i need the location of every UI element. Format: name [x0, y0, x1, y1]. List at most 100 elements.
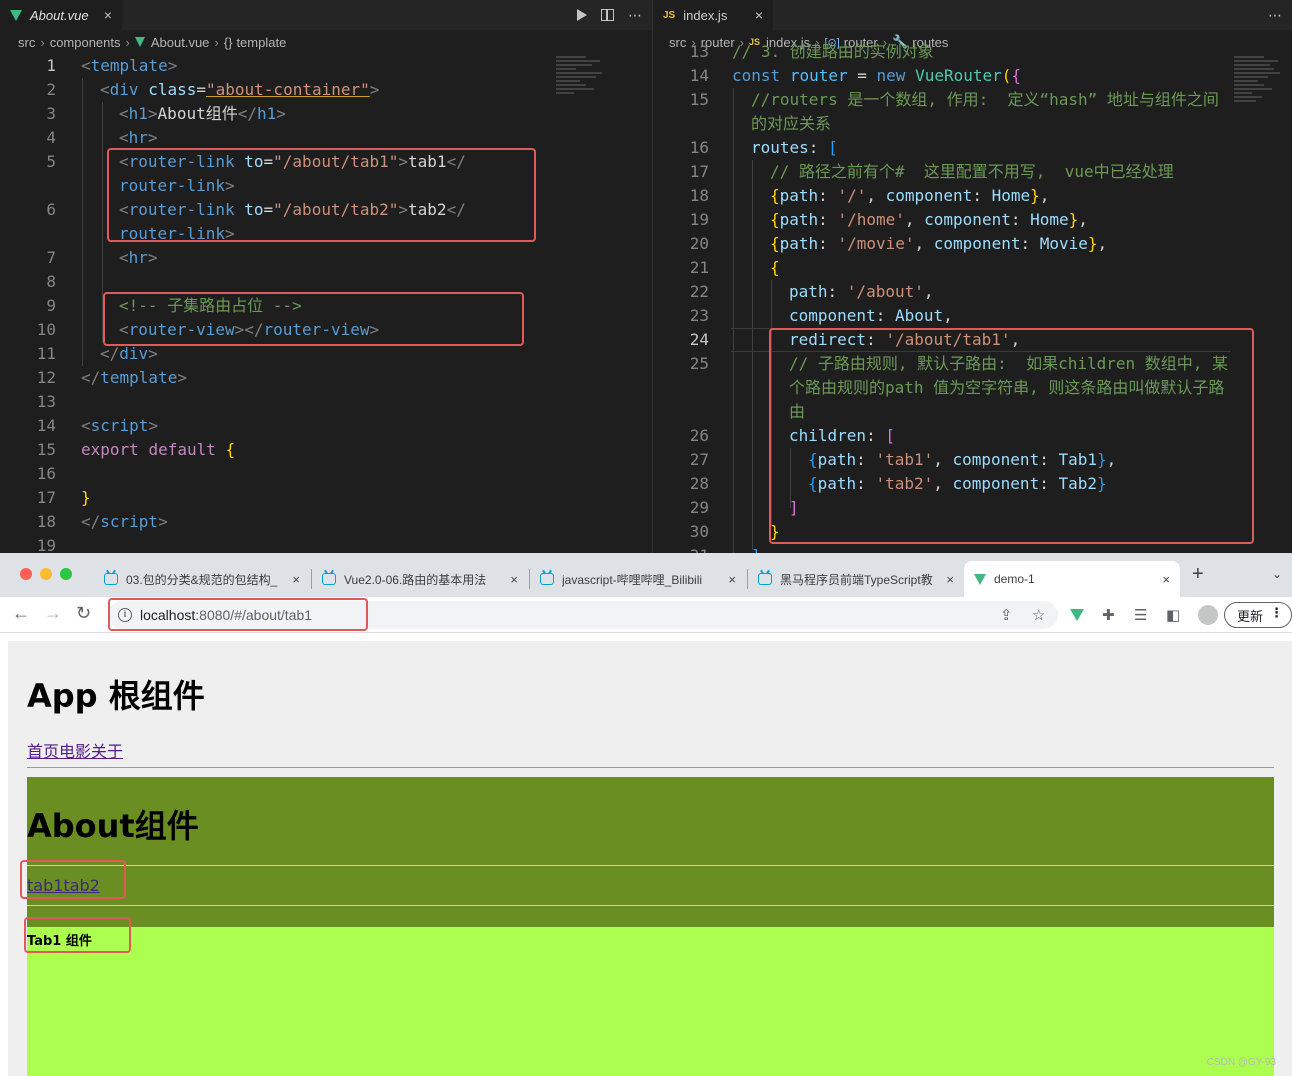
line-number: 21	[689, 258, 709, 277]
site-info-icon[interactable]: i	[118, 608, 132, 622]
maximize-window-button[interactable]	[60, 568, 72, 580]
code-line: {	[770, 258, 780, 277]
line-number: 12	[36, 368, 56, 387]
line-number: 1	[46, 56, 56, 75]
update-button[interactable]: 更新 ⋮	[1224, 602, 1292, 628]
editor-tab-about-vue[interactable]: About.vue ×	[0, 0, 122, 30]
code-comment: // 子路由规则, 默认子路由: 如果children 数组中, 某	[789, 354, 1229, 373]
more-actions-icon[interactable]: ⋯	[1268, 7, 1282, 24]
code-line: <h1>About组件</h1>	[119, 104, 286, 123]
app-root-component: App 根组件 首页电影关于 About组件 tab1tab2 Tab1 组件	[8, 641, 1292, 1076]
new-tab-button[interactable]: +	[1192, 563, 1204, 586]
tab-router-links[interactable]: tab1tab2	[27, 876, 100, 895]
extensions-puzzle-icon[interactable]: ✚	[1102, 606, 1115, 624]
more-actions-icon[interactable]: ⋯	[628, 7, 642, 24]
tab-search-chevron-icon[interactable]: ⌄	[1272, 567, 1282, 581]
breadcrumb-item[interactable]: About.vue	[151, 35, 210, 50]
close-icon[interactable]: ×	[755, 7, 763, 23]
minimap[interactable]	[1234, 54, 1286, 124]
editor-pane-index-js: JS index.js × ⋯ src › router › JS index.js ›…	[652, 0, 1292, 553]
braces-icon: {}	[223, 34, 233, 50]
bookmark-star-icon[interactable]: ☆	[1032, 606, 1045, 624]
code-line: export default {	[81, 440, 236, 459]
browser-tab[interactable]: javascript-哔哩哔哩_Bilibili ×	[530, 561, 746, 597]
code-line: }	[81, 488, 91, 507]
close-icon[interactable]: ×	[292, 572, 300, 587]
divider	[27, 905, 1274, 906]
line-number: 10	[36, 320, 56, 339]
line-number: 23	[689, 306, 709, 325]
line-number: 30	[689, 522, 709, 541]
browser-tab[interactable]: Vue2.0-06.路由的基本用法 ×	[312, 561, 528, 597]
forward-arrow-icon[interactable]: →	[44, 603, 62, 624]
code-line: <router-link to="/about/tab2">tab2</	[119, 200, 466, 219]
line-number: 31	[653, 544, 709, 553]
code-line: const router = new VueRouter({	[732, 66, 1022, 85]
close-icon[interactable]: ×	[728, 572, 736, 587]
bilibili-icon	[758, 573, 772, 585]
line-number: 8	[46, 272, 56, 291]
breadcrumb-item[interactable]: components	[50, 35, 121, 50]
line-number: 6	[46, 200, 56, 219]
watermark: CSDN @GY-93	[1206, 1057, 1276, 1068]
browser-tab-active[interactable]: demo-1 ×	[964, 561, 1180, 597]
close-icon[interactable]: ×	[1162, 572, 1170, 587]
code-line: {path: '/', component: Home},	[770, 186, 1050, 205]
close-icon[interactable]: ×	[946, 572, 954, 587]
url-host: localhost	[140, 607, 196, 623]
app-title: App 根组件	[27, 677, 205, 715]
reload-icon[interactable]: ↻	[76, 603, 91, 624]
breadcrumb-item[interactable]: template	[236, 35, 286, 50]
browser-tab[interactable]: 黑马程序员前端TypeScript教 ×	[748, 561, 964, 597]
reading-list-icon[interactable]: ☰	[1134, 606, 1147, 624]
more-menu-icon[interactable]: ⋮	[1270, 605, 1283, 621]
browser-tab-title: demo-1	[994, 572, 1035, 586]
browser-tab-title: Vue2.0-06.路由的基本用法	[344, 572, 487, 587]
code-line: routes: [	[751, 138, 838, 157]
editor-tab-index-js[interactable]: JS index.js ×	[653, 0, 773, 30]
share-icon[interactable]: ⇪	[1000, 606, 1013, 624]
line-number: 28	[689, 474, 709, 493]
back-arrow-icon[interactable]: ←	[12, 603, 30, 624]
minimize-window-button[interactable]	[40, 568, 52, 580]
code-line: <hr>	[119, 128, 158, 147]
code-editor[interactable]: 13 14 15 16 17 18 19 20 21 22 23 24 25 2…	[653, 42, 1292, 553]
tab1-title: Tab1 组件	[27, 934, 92, 949]
line-number: 29	[689, 498, 709, 517]
close-icon[interactable]: ×	[104, 7, 112, 23]
code-comment: <!-- 子集路由占位 -->	[119, 296, 302, 315]
code-line: {path: 'tab1', component: Tab1},	[808, 450, 1117, 469]
code-line: <script>	[81, 416, 159, 435]
chevron-right-icon: ›	[40, 34, 45, 50]
code-line: redirect: '/about/tab1',	[789, 330, 1021, 349]
line-number: 11	[36, 344, 56, 363]
divider	[27, 767, 1274, 768]
run-icon[interactable]	[577, 9, 587, 21]
vue-file-icon	[10, 9, 22, 21]
close-icon[interactable]: ×	[510, 572, 518, 587]
editor-tab-bar: JS index.js × ⋯	[653, 0, 1292, 30]
profile-avatar[interactable]	[1198, 605, 1218, 625]
code-line: </div>	[100, 344, 158, 363]
breadcrumb-item[interactable]: src	[18, 35, 35, 50]
minimap[interactable]	[556, 54, 608, 124]
split-editor-icon[interactable]	[601, 9, 614, 21]
code-comment: 由	[789, 402, 806, 421]
address-bar[interactable]: i localhost:8080/#/about/tab1	[108, 601, 1058, 629]
url-path: :8080/#/about/tab1	[195, 607, 313, 623]
side-panel-icon[interactable]: ◧	[1166, 606, 1180, 624]
line-number: 7	[46, 248, 56, 267]
browser-tab[interactable]: 03.包的分类&规范的包结构_ ×	[94, 561, 310, 597]
code-editor[interactable]: 1 2 3 4 5 6 7 8 9 10 11 12 13 14 15 16 1…	[0, 54, 652, 553]
editor-tab-label: About.vue	[30, 7, 89, 23]
line-number: 16	[36, 464, 56, 483]
code-line: </script>	[81, 512, 168, 531]
line-number: 15	[36, 440, 56, 459]
close-window-button[interactable]	[20, 568, 32, 580]
line-number: 3	[46, 104, 56, 123]
vue-devtools-icon[interactable]	[1070, 609, 1084, 621]
nav-links[interactable]: 首页电影关于	[27, 738, 123, 762]
line-number: 13	[689, 42, 709, 61]
js-file-icon: JS	[663, 9, 676, 21]
line-number: 14	[689, 66, 709, 85]
